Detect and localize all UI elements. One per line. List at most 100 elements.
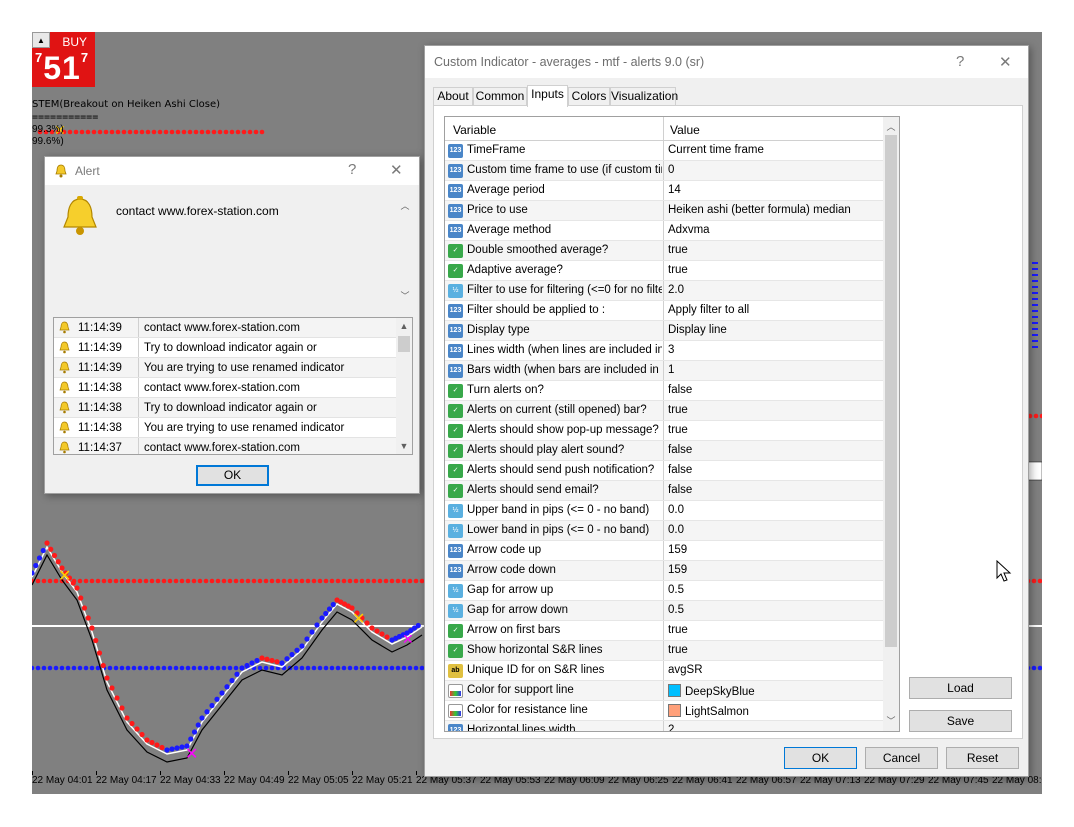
param-value[interactable]: 0.0: [663, 501, 883, 520]
reset-button[interactable]: Reset: [946, 747, 1019, 769]
param-value[interactable]: 159: [663, 561, 883, 580]
param-row[interactable]: 123 Price to use Heiken ashi (better formu…: [445, 201, 883, 221]
scroll-down-icon[interactable]: ﹀: [397, 288, 413, 304]
param-value[interactable]: true: [663, 241, 883, 260]
scroll-thumb[interactable]: [885, 135, 897, 647]
param-row[interactable]: 123 Average method Adxvma: [445, 221, 883, 241]
col-variable[interactable]: Variable: [453, 123, 496, 137]
param-value[interactable]: 0.5: [663, 601, 883, 620]
close-button[interactable]: ✕: [999, 53, 1012, 71]
param-row[interactable]: ✓ Alerts should play alert sound? false: [445, 441, 883, 461]
tab-common[interactable]: Common: [473, 87, 527, 106]
param-row[interactable]: ✓ Alerts on current (still opened) bar? tr…: [445, 401, 883, 421]
param-value[interactable]: Adxvma: [663, 221, 883, 240]
save-button[interactable]: Save: [909, 710, 1012, 732]
param-value[interactable]: Heiken ashi (better formula) median: [663, 201, 883, 220]
param-row[interactable]: ✓ Show horizontal S&R lines true: [445, 641, 883, 661]
param-value[interactable]: 2: [663, 721, 883, 731]
param-value[interactable]: true: [663, 621, 883, 640]
param-value[interactable]: 2.0: [663, 281, 883, 300]
param-row[interactable]: Color for resistance line LightSalmon: [445, 701, 883, 721]
param-value[interactable]: LightSalmon: [663, 701, 883, 720]
tab-colors[interactable]: Colors: [568, 87, 610, 106]
grid-scrollbar[interactable]: ︿ ﹀: [883, 117, 899, 731]
param-value[interactable]: Current time frame: [663, 141, 883, 160]
scroll-down-icon[interactable]: ▼: [396, 438, 412, 454]
param-row[interactable]: ✓ Alerts should send push notification? fa…: [445, 461, 883, 481]
param-row[interactable]: 123 Custom time frame to use (if custom t…: [445, 161, 883, 181]
inputs-grid[interactable]: Variable Value 123 TimeFrame Current time …: [444, 116, 900, 732]
param-row[interactable]: ✓ Adaptive average? true: [445, 261, 883, 281]
scroll-up-icon[interactable]: ︿: [883, 119, 899, 135]
param-value[interactable]: avgSR: [663, 661, 883, 680]
alert-log-list[interactable]: 11:14:39 contact www.forex-station.com 11:…: [53, 317, 413, 455]
param-value[interactable]: false: [663, 481, 883, 500]
param-row[interactable]: ✓ Alerts should show pop-up message? true: [445, 421, 883, 441]
buy-up-arrow-icon[interactable]: ▲: [32, 32, 50, 48]
param-row[interactable]: 123 Lines width (when lines are included …: [445, 341, 883, 361]
param-row[interactable]: ½ Filter to use for filtering (<=0 for no…: [445, 281, 883, 301]
log-row[interactable]: 11:14:38 Try to download indicator again …: [54, 398, 396, 418]
param-value[interactable]: Display line: [663, 321, 883, 340]
log-row[interactable]: 11:14:38 contact www.forex-station.com: [54, 378, 396, 398]
param-row[interactable]: ✓ Turn alerts on? false: [445, 381, 883, 401]
param-value[interactable]: 0.5: [663, 581, 883, 600]
param-value[interactable]: Apply filter to all: [663, 301, 883, 320]
param-row[interactable]: 123 TimeFrame Current time frame: [445, 141, 883, 161]
message-scrollbar[interactable]: ︿ ﹀: [397, 192, 413, 310]
param-row[interactable]: ✓ Arrow on first bars true: [445, 621, 883, 641]
scroll-up-icon[interactable]: ︿: [397, 198, 413, 214]
param-value[interactable]: true: [663, 421, 883, 440]
param-row[interactable]: ✓ Double smoothed average? true: [445, 241, 883, 261]
param-row[interactable]: 123 Filter should be applied to : Apply fi…: [445, 301, 883, 321]
alert-ok-button[interactable]: OK: [196, 465, 269, 486]
log-row[interactable]: 11:14:38 You are trying to use renamed in…: [54, 418, 396, 438]
param-row[interactable]: 123 Arrow code up 159: [445, 541, 883, 561]
help-button[interactable]: ?: [348, 161, 356, 178]
param-row[interactable]: 123 Average period 14: [445, 181, 883, 201]
param-value[interactable]: true: [663, 401, 883, 420]
param-value[interactable]: false: [663, 381, 883, 400]
log-scrollbar[interactable]: ▲ ▼: [396, 318, 412, 454]
log-row[interactable]: 11:14:37 contact www.forex-station.com: [54, 438, 396, 454]
param-row[interactable]: ½ Gap for arrow up 0.5: [445, 581, 883, 601]
tab-inputs[interactable]: Inputs: [527, 85, 568, 107]
param-value[interactable]: 1: [663, 361, 883, 380]
param-value[interactable]: DeepSkyBlue: [663, 681, 883, 700]
param-value[interactable]: 14: [663, 181, 883, 200]
param-value[interactable]: false: [663, 461, 883, 480]
param-row[interactable]: ½ Lower band in pips (<= 0 - no band) 0.0: [445, 521, 883, 541]
help-button[interactable]: ?: [956, 53, 964, 70]
param-row[interactable]: ½ Upper band in pips (<= 0 - no band) 0.0: [445, 501, 883, 521]
ok-button[interactable]: OK: [784, 747, 857, 769]
param-value[interactable]: true: [663, 261, 883, 280]
param-value[interactable]: false: [663, 441, 883, 460]
cancel-button[interactable]: Cancel: [865, 747, 938, 769]
param-value[interactable]: 159: [663, 541, 883, 560]
param-row[interactable]: ½ Gap for arrow down 0.5: [445, 601, 883, 621]
scroll-up-icon[interactable]: ▲: [396, 318, 412, 334]
param-value[interactable]: 3: [663, 341, 883, 360]
indicator-titlebar[interactable]: Custom Indicator - averages - mtf - aler…: [425, 46, 1028, 78]
log-row[interactable]: 11:14:39 You are trying to use renamed in…: [54, 358, 396, 378]
tab-visualization[interactable]: Visualization: [610, 87, 678, 106]
param-row[interactable]: ab Unique ID for on S&R lines avgSR: [445, 661, 883, 681]
col-value[interactable]: Value: [663, 117, 700, 141]
alert-titlebar[interactable]: Alert ? ✕: [45, 157, 419, 185]
tab-about[interactable]: About: [433, 87, 473, 106]
log-row[interactable]: 11:14:39 contact www.forex-station.com: [54, 318, 396, 338]
load-button[interactable]: Load: [909, 677, 1012, 699]
buy-label[interactable]: BUY: [62, 35, 87, 49]
param-value[interactable]: true: [663, 641, 883, 660]
param-row[interactable]: 123 Horizontal lines width 2: [445, 721, 883, 731]
scroll-down-icon[interactable]: ﹀: [883, 713, 899, 729]
param-row[interactable]: Color for support line DeepSkyBlue: [445, 681, 883, 701]
log-row[interactable]: 11:14:39 Try to download indicator again …: [54, 338, 396, 358]
param-row[interactable]: ✓ Alerts should send email? false: [445, 481, 883, 501]
param-row[interactable]: 123 Display type Display line: [445, 321, 883, 341]
param-row[interactable]: 123 Bars width (when bars are included in…: [445, 361, 883, 381]
param-value[interactable]: 0.0: [663, 521, 883, 540]
close-button[interactable]: ✕: [390, 161, 403, 179]
param-value[interactable]: 0: [663, 161, 883, 180]
param-row[interactable]: 123 Arrow code down 159: [445, 561, 883, 581]
